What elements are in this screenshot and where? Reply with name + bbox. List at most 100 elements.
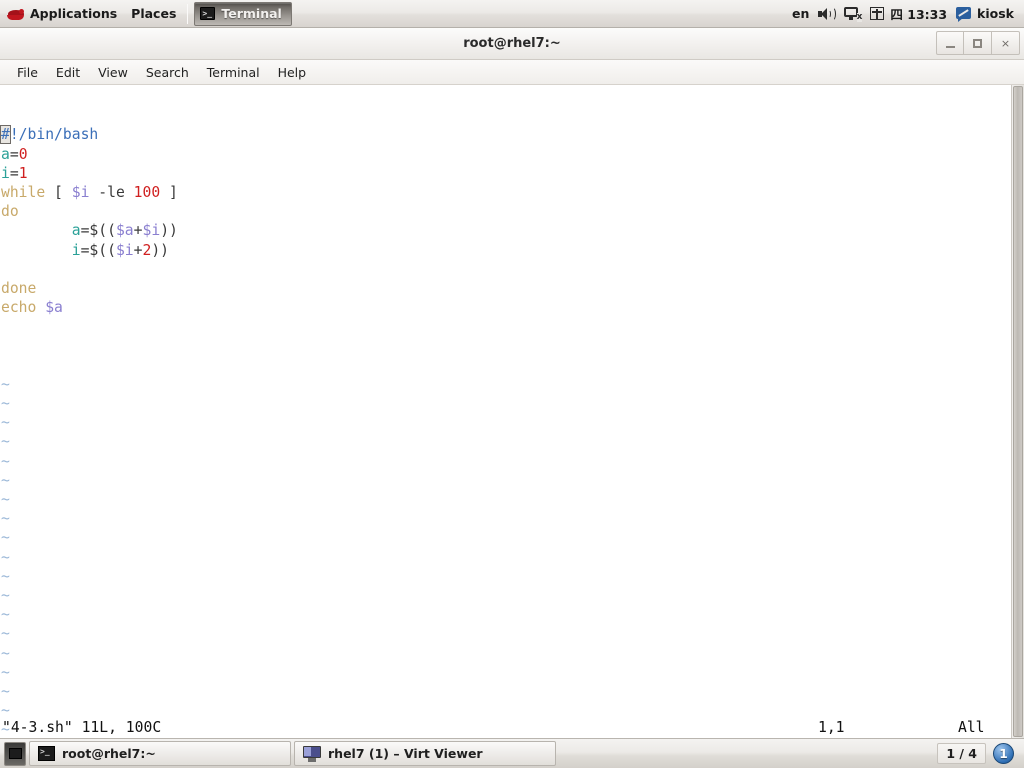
empty-line-marker: ~ xyxy=(1,433,10,451)
code-token: $i xyxy=(115,241,134,259)
code-token: =$(( xyxy=(80,222,116,240)
notification-badge[interactable]: 1 xyxy=(993,743,1014,764)
code-token: + xyxy=(133,222,143,240)
vim-status-file: "4-3.sh" 11L, 100C xyxy=(2,719,162,736)
empty-line-marker: ~ xyxy=(1,625,10,643)
empty-line-marker: ~ xyxy=(1,586,10,604)
menu-terminal[interactable]: Terminal xyxy=(198,61,269,84)
empty-line-marker: ~ xyxy=(1,567,10,585)
code-token: do xyxy=(1,203,19,221)
network-indicator[interactable]: x xyxy=(844,6,863,22)
terminal-window: root@rhel7:~ × File Edit View Search Ter… xyxy=(0,28,1024,738)
taskbar-item-virt-viewer[interactable]: rhel7 (1) – Virt Viewer xyxy=(294,741,556,766)
applications-menu-label: Applications xyxy=(30,6,118,21)
terminal-scrollbar[interactable] xyxy=(1011,85,1024,738)
network-disconnected-icon: x xyxy=(844,6,863,22)
monitor-icon xyxy=(303,745,321,762)
code-token: + xyxy=(133,241,143,259)
empty-line-marker: ~ xyxy=(1,395,10,413)
redhat-logo-icon xyxy=(7,5,25,23)
code-line-7: i=$(($i+2)) xyxy=(1,241,1011,260)
code-token: )) xyxy=(151,241,170,259)
places-menu[interactable]: Places xyxy=(124,1,183,27)
menu-edit[interactable]: Edit xyxy=(47,61,89,84)
menu-view[interactable]: View xyxy=(89,61,137,84)
user-menu-label: kiosk xyxy=(977,6,1014,21)
window-task-terminal-label: Terminal xyxy=(221,6,282,21)
menu-help[interactable]: Help xyxy=(269,61,316,84)
code-token: 0 xyxy=(18,145,28,163)
code-token: = xyxy=(9,145,19,163)
maximize-button[interactable] xyxy=(964,31,992,55)
top-panel: Applications Places >_ Terminal en x 四 1… xyxy=(0,0,1024,28)
empty-line-marker: ~ xyxy=(1,375,10,393)
taskbar-item-terminal-label: root@rhel7:~ xyxy=(62,746,156,761)
vim-status-percent: All xyxy=(958,719,985,736)
workspace-switcher[interactable]: 1 / 4 xyxy=(937,743,986,764)
volume-indicator[interactable] xyxy=(818,6,837,21)
close-button[interactable]: × xyxy=(992,31,1020,55)
terminal-icon: >_ xyxy=(200,7,216,20)
panel-indicators: en x 四 13:33 kiosk xyxy=(792,4,1024,23)
code-line-4: while [ $i -le 100 ] xyxy=(1,183,1011,202)
keyboard-layout-indicator[interactable]: en xyxy=(792,6,809,21)
code-token: [ xyxy=(45,183,72,201)
code-token: $i xyxy=(71,183,90,201)
code-line-2: a=0 xyxy=(1,145,1011,164)
code-token: a xyxy=(1,145,10,163)
code-token: a xyxy=(71,222,81,240)
scrollbar-thumb[interactable] xyxy=(1013,86,1023,737)
applications-menu[interactable]: Applications xyxy=(0,1,124,27)
clock-indicator[interactable]: 四 13:33 xyxy=(870,4,947,23)
code-token: 100 xyxy=(133,183,161,201)
window-task-terminal[interactable]: >_ Terminal xyxy=(194,1,292,26)
code-token: $i xyxy=(142,222,161,240)
user-menu[interactable]: kiosk xyxy=(956,6,1014,22)
code-token: ] xyxy=(160,183,178,201)
terminal-body[interactable]: #!/bin/bash a=0 i=1 while [ $i -le 100 ] do … xyxy=(0,85,1024,738)
close-icon: × xyxy=(1000,36,1011,50)
vim-editor-buffer[interactable]: #!/bin/bash a=0 i=1 while [ $i -le 100 ] do … xyxy=(0,85,1011,738)
message-icon xyxy=(956,6,972,22)
empty-line-marker: ~ xyxy=(1,663,10,681)
code-token: done xyxy=(1,279,37,297)
empty-line-marker: ~ xyxy=(1,644,10,662)
window-controls: × xyxy=(936,31,1020,55)
code-token: $a xyxy=(115,222,134,240)
show-desktop-icon xyxy=(8,748,22,759)
empty-line-marker: ~ xyxy=(1,529,10,547)
code-line-5: do xyxy=(1,202,1011,221)
maximize-icon xyxy=(973,38,982,48)
bottom-panel: >_ root@rhel7:~ rhel7 (1) – Virt Viewer … xyxy=(0,738,1024,768)
code-token: !/bin/bash xyxy=(9,126,99,144)
code-lines: #!/bin/bash a=0 i=1 while [ $i -le 100 ] do … xyxy=(0,125,1011,336)
code-token: i xyxy=(1,164,10,182)
menubar: File Edit View Search Terminal Help xyxy=(0,60,1024,85)
code-token: i xyxy=(71,241,81,259)
places-menu-label: Places xyxy=(131,6,177,21)
calendar-icon xyxy=(870,6,885,21)
empty-line-markers: ~~~~~~~~~~~~~~~~~~~~~~~ xyxy=(1,375,1011,738)
page-title: root@rhel7:~ xyxy=(463,36,561,51)
code-token: -le xyxy=(98,183,125,201)
code-line-9: done xyxy=(1,279,1011,298)
code-token: 1 xyxy=(18,164,28,182)
window-titlebar[interactable]: root@rhel7:~ × xyxy=(0,28,1024,60)
code-token: # xyxy=(0,125,11,145)
show-desktop-button[interactable] xyxy=(4,741,26,766)
menu-file[interactable]: File xyxy=(8,61,47,84)
menu-search[interactable]: Search xyxy=(137,61,198,84)
vim-status-position: 1,1 xyxy=(818,719,845,736)
empty-line-marker: ~ xyxy=(1,510,10,528)
clock-label: 四 13:33 xyxy=(890,7,948,22)
empty-line-marker: ~ xyxy=(1,471,10,489)
code-line-1: #!/bin/bash xyxy=(0,125,1011,145)
minimize-button[interactable] xyxy=(936,31,964,55)
taskbar-item-terminal[interactable]: >_ root@rhel7:~ xyxy=(29,741,291,766)
